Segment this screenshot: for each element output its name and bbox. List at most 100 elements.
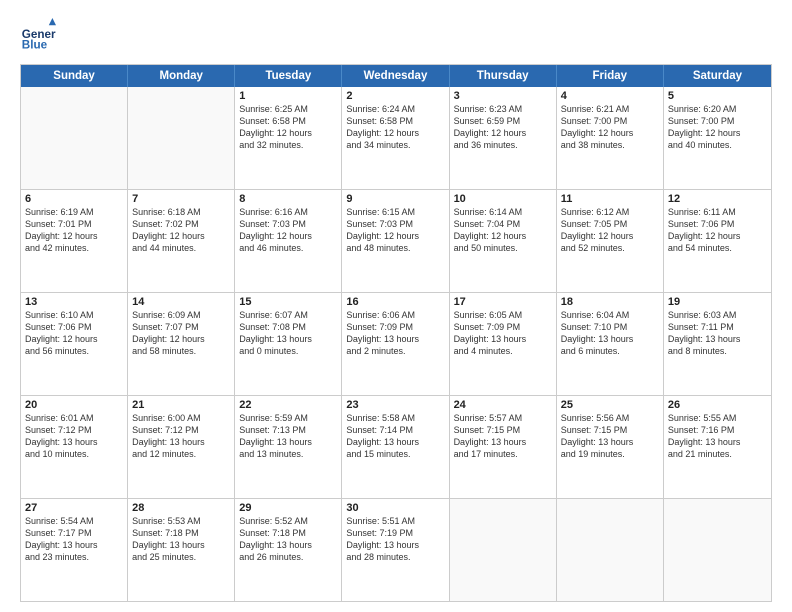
day-info: Sunrise: 6:05 AM Sunset: 7:09 PM Dayligh… — [454, 309, 552, 358]
day-number: 25 — [561, 399, 659, 411]
svg-text:Blue: Blue — [22, 39, 48, 52]
empty-cell — [664, 499, 771, 601]
day-number: 5 — [668, 90, 767, 102]
day-info: Sunrise: 6:09 AM Sunset: 7:07 PM Dayligh… — [132, 309, 230, 358]
calendar-day-cell: 8Sunrise: 6:16 AM Sunset: 7:03 PM Daylig… — [235, 190, 342, 292]
day-number: 7 — [132, 193, 230, 205]
logo-icon: General Blue — [20, 18, 56, 54]
day-info: Sunrise: 6:12 AM Sunset: 7:05 PM Dayligh… — [561, 206, 659, 255]
header: General Blue — [20, 18, 772, 54]
day-info: Sunrise: 5:56 AM Sunset: 7:15 PM Dayligh… — [561, 412, 659, 461]
calendar-day-cell: 3Sunrise: 6:23 AM Sunset: 6:59 PM Daylig… — [450, 87, 557, 189]
day-number: 15 — [239, 296, 337, 308]
day-number: 14 — [132, 296, 230, 308]
calendar-day-cell: 17Sunrise: 6:05 AM Sunset: 7:09 PM Dayli… — [450, 293, 557, 395]
day-info: Sunrise: 6:00 AM Sunset: 7:12 PM Dayligh… — [132, 412, 230, 461]
calendar-day-cell: 19Sunrise: 6:03 AM Sunset: 7:11 PM Dayli… — [664, 293, 771, 395]
calendar-row: 13Sunrise: 6:10 AM Sunset: 7:06 PM Dayli… — [21, 293, 771, 396]
day-info: Sunrise: 6:15 AM Sunset: 7:03 PM Dayligh… — [346, 206, 444, 255]
day-info: Sunrise: 6:21 AM Sunset: 7:00 PM Dayligh… — [561, 103, 659, 152]
day-info: Sunrise: 6:18 AM Sunset: 7:02 PM Dayligh… — [132, 206, 230, 255]
day-info: Sunrise: 5:58 AM Sunset: 7:14 PM Dayligh… — [346, 412, 444, 461]
calendar-header: SundayMondayTuesdayWednesdayThursdayFrid… — [21, 65, 771, 87]
logo: General Blue — [20, 18, 56, 54]
calendar-day-cell: 22Sunrise: 5:59 AM Sunset: 7:13 PM Dayli… — [235, 396, 342, 498]
calendar-day-cell: 27Sunrise: 5:54 AM Sunset: 7:17 PM Dayli… — [21, 499, 128, 601]
calendar: SundayMondayTuesdayWednesdayThursdayFrid… — [20, 64, 772, 602]
day-info: Sunrise: 6:25 AM Sunset: 6:58 PM Dayligh… — [239, 103, 337, 152]
day-number: 28 — [132, 502, 230, 514]
day-info: Sunrise: 5:55 AM Sunset: 7:16 PM Dayligh… — [668, 412, 767, 461]
calendar-day-cell: 11Sunrise: 6:12 AM Sunset: 7:05 PM Dayli… — [557, 190, 664, 292]
calendar-day-cell: 21Sunrise: 6:00 AM Sunset: 7:12 PM Dayli… — [128, 396, 235, 498]
calendar-day-cell: 26Sunrise: 5:55 AM Sunset: 7:16 PM Dayli… — [664, 396, 771, 498]
day-number: 16 — [346, 296, 444, 308]
day-info: Sunrise: 6:06 AM Sunset: 7:09 PM Dayligh… — [346, 309, 444, 358]
day-number: 30 — [346, 502, 444, 514]
day-info: Sunrise: 6:23 AM Sunset: 6:59 PM Dayligh… — [454, 103, 552, 152]
day-number: 27 — [25, 502, 123, 514]
calendar-body: 1Sunrise: 6:25 AM Sunset: 6:58 PM Daylig… — [21, 87, 771, 601]
calendar-day-cell: 18Sunrise: 6:04 AM Sunset: 7:10 PM Dayli… — [557, 293, 664, 395]
calendar-day-cell: 10Sunrise: 6:14 AM Sunset: 7:04 PM Dayli… — [450, 190, 557, 292]
day-number: 24 — [454, 399, 552, 411]
calendar-day-cell: 14Sunrise: 6:09 AM Sunset: 7:07 PM Dayli… — [128, 293, 235, 395]
calendar-page: General Blue SundayMondayTuesdayWednesda… — [0, 0, 792, 612]
day-info: Sunrise: 6:11 AM Sunset: 7:06 PM Dayligh… — [668, 206, 767, 255]
empty-cell — [450, 499, 557, 601]
day-number: 22 — [239, 399, 337, 411]
day-number: 13 — [25, 296, 123, 308]
calendar-day-cell: 28Sunrise: 5:53 AM Sunset: 7:18 PM Dayli… — [128, 499, 235, 601]
day-info: Sunrise: 6:24 AM Sunset: 6:58 PM Dayligh… — [346, 103, 444, 152]
day-info: Sunrise: 6:07 AM Sunset: 7:08 PM Dayligh… — [239, 309, 337, 358]
weekday-header: Sunday — [21, 65, 128, 87]
weekday-header: Saturday — [664, 65, 771, 87]
day-number: 11 — [561, 193, 659, 205]
day-info: Sunrise: 6:01 AM Sunset: 7:12 PM Dayligh… — [25, 412, 123, 461]
calendar-day-cell: 24Sunrise: 5:57 AM Sunset: 7:15 PM Dayli… — [450, 396, 557, 498]
calendar-day-cell: 2Sunrise: 6:24 AM Sunset: 6:58 PM Daylig… — [342, 87, 449, 189]
day-info: Sunrise: 5:57 AM Sunset: 7:15 PM Dayligh… — [454, 412, 552, 461]
day-info: Sunrise: 5:53 AM Sunset: 7:18 PM Dayligh… — [132, 515, 230, 564]
day-info: Sunrise: 5:51 AM Sunset: 7:19 PM Dayligh… — [346, 515, 444, 564]
day-number: 8 — [239, 193, 337, 205]
day-number: 12 — [668, 193, 767, 205]
calendar-row: 6Sunrise: 6:19 AM Sunset: 7:01 PM Daylig… — [21, 190, 771, 293]
calendar-row: 1Sunrise: 6:25 AM Sunset: 6:58 PM Daylig… — [21, 87, 771, 190]
day-info: Sunrise: 6:20 AM Sunset: 7:00 PM Dayligh… — [668, 103, 767, 152]
calendar-row: 20Sunrise: 6:01 AM Sunset: 7:12 PM Dayli… — [21, 396, 771, 499]
calendar-day-cell: 16Sunrise: 6:06 AM Sunset: 7:09 PM Dayli… — [342, 293, 449, 395]
calendar-day-cell: 4Sunrise: 6:21 AM Sunset: 7:00 PM Daylig… — [557, 87, 664, 189]
day-number: 3 — [454, 90, 552, 102]
day-number: 26 — [668, 399, 767, 411]
calendar-day-cell: 30Sunrise: 5:51 AM Sunset: 7:19 PM Dayli… — [342, 499, 449, 601]
day-info: Sunrise: 6:03 AM Sunset: 7:11 PM Dayligh… — [668, 309, 767, 358]
weekday-header: Friday — [557, 65, 664, 87]
calendar-day-cell: 29Sunrise: 5:52 AM Sunset: 7:18 PM Dayli… — [235, 499, 342, 601]
day-number: 21 — [132, 399, 230, 411]
calendar-day-cell: 20Sunrise: 6:01 AM Sunset: 7:12 PM Dayli… — [21, 396, 128, 498]
calendar-day-cell: 23Sunrise: 5:58 AM Sunset: 7:14 PM Dayli… — [342, 396, 449, 498]
day-info: Sunrise: 6:10 AM Sunset: 7:06 PM Dayligh… — [25, 309, 123, 358]
calendar-row: 27Sunrise: 5:54 AM Sunset: 7:17 PM Dayli… — [21, 499, 771, 601]
day-number: 18 — [561, 296, 659, 308]
weekday-header: Monday — [128, 65, 235, 87]
calendar-day-cell: 6Sunrise: 6:19 AM Sunset: 7:01 PM Daylig… — [21, 190, 128, 292]
day-info: Sunrise: 6:04 AM Sunset: 7:10 PM Dayligh… — [561, 309, 659, 358]
calendar-day-cell: 7Sunrise: 6:18 AM Sunset: 7:02 PM Daylig… — [128, 190, 235, 292]
calendar-day-cell: 13Sunrise: 6:10 AM Sunset: 7:06 PM Dayli… — [21, 293, 128, 395]
calendar-day-cell: 5Sunrise: 6:20 AM Sunset: 7:00 PM Daylig… — [664, 87, 771, 189]
weekday-header: Wednesday — [342, 65, 449, 87]
empty-cell — [128, 87, 235, 189]
empty-cell — [557, 499, 664, 601]
day-number: 23 — [346, 399, 444, 411]
day-number: 17 — [454, 296, 552, 308]
day-number: 6 — [25, 193, 123, 205]
calendar-day-cell: 12Sunrise: 6:11 AM Sunset: 7:06 PM Dayli… — [664, 190, 771, 292]
day-info: Sunrise: 6:14 AM Sunset: 7:04 PM Dayligh… — [454, 206, 552, 255]
day-info: Sunrise: 5:59 AM Sunset: 7:13 PM Dayligh… — [239, 412, 337, 461]
calendar-day-cell: 25Sunrise: 5:56 AM Sunset: 7:15 PM Dayli… — [557, 396, 664, 498]
day-info: Sunrise: 5:54 AM Sunset: 7:17 PM Dayligh… — [25, 515, 123, 564]
day-info: Sunrise: 6:19 AM Sunset: 7:01 PM Dayligh… — [25, 206, 123, 255]
day-number: 9 — [346, 193, 444, 205]
